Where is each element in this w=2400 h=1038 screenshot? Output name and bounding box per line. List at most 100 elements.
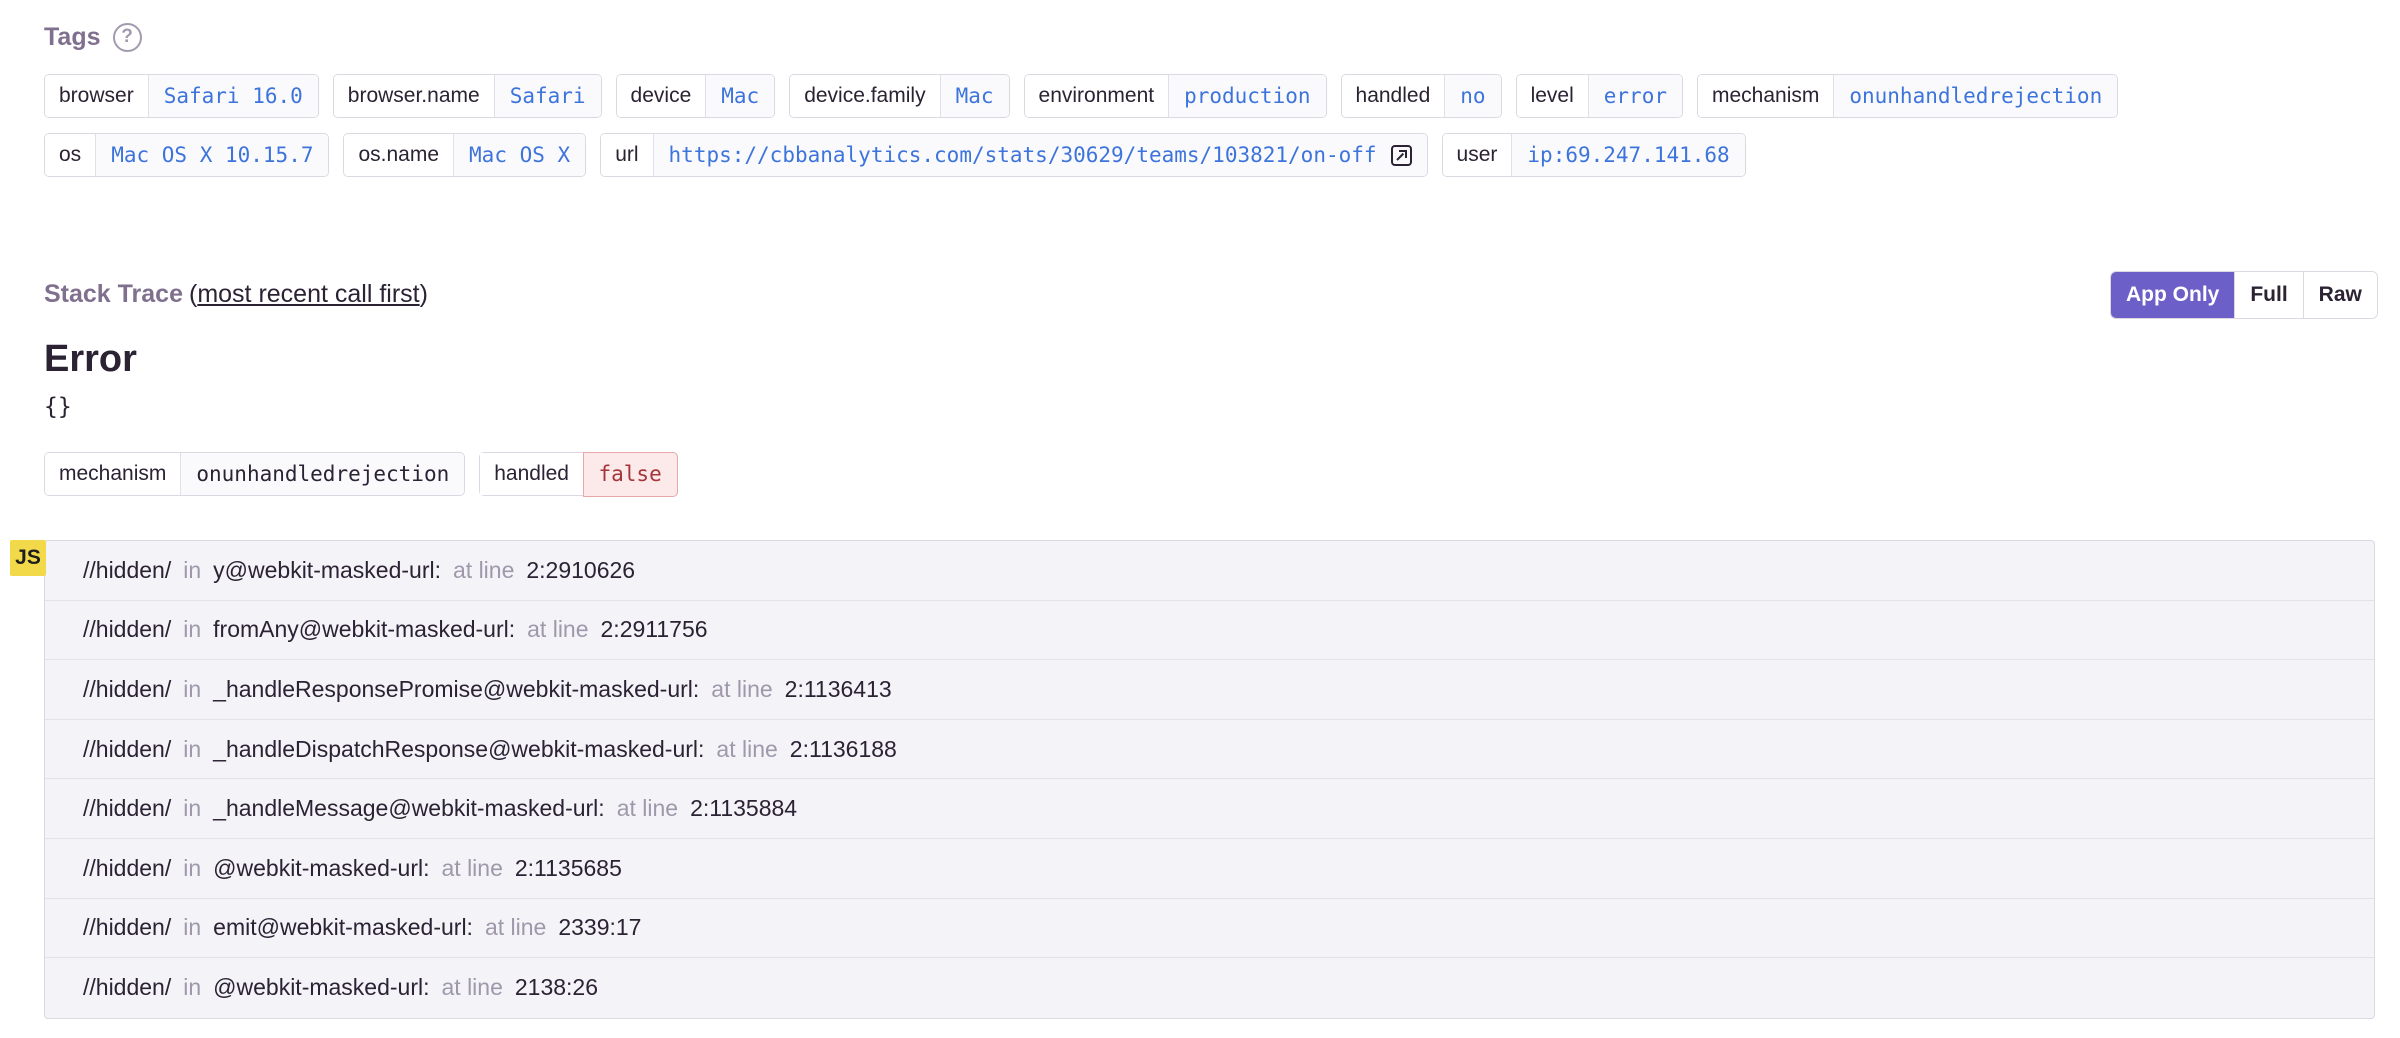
- tag-value[interactable]: https://cbbanalytics.com/stats/30629/tea…: [653, 134, 1427, 176]
- handled-tag: handled false: [479, 451, 678, 497]
- tag-level[interactable]: level error: [1515, 74, 1683, 118]
- full-button[interactable]: Full: [2234, 272, 2303, 318]
- tag-key: device: [616, 75, 707, 117]
- tag-value[interactable]: onunhandledrejection: [1834, 75, 2118, 117]
- frame-at-line: at line: [441, 854, 503, 881]
- exception-type: Error: [44, 338, 137, 380]
- tag-row-1: browser Safari 16.0 browser.name Safari …: [44, 74, 2364, 118]
- frame-at-line: at line: [616, 795, 679, 822]
- frame-line: 2:2911756: [600, 616, 708, 643]
- tag-os-name[interactable]: os.name Mac OS X: [343, 133, 587, 177]
- stack-frame[interactable]: //hidden/ in _handleDispatchResponse@web…: [45, 720, 2374, 780]
- stack-frame[interactable]: //hidden/ in _handleResponsePromise@webk…: [45, 660, 2374, 720]
- tag-key: browser: [45, 75, 149, 117]
- frame-in: in: [183, 974, 202, 1001]
- frame-path: //hidden/: [83, 854, 172, 881]
- frame-in: in: [183, 675, 202, 702]
- tag-list: browser Safari 16.0 browser.name Safari …: [44, 74, 2364, 192]
- frame-function: @webkit-masked-url:: [213, 974, 430, 1001]
- tag-value[interactable]: Safari 16.0: [148, 75, 318, 117]
- frame-path: //hidden/: [83, 795, 172, 822]
- frame-line: 2:1135884: [690, 795, 798, 822]
- javascript-platform-icon: JS: [10, 540, 46, 576]
- frame-function: _handleResponsePromise@webkit-masked-url…: [213, 675, 700, 702]
- frame-path: //hidden/: [83, 735, 172, 762]
- stack-frame[interactable]: //hidden/ in emit@webkit-masked-url: at …: [45, 899, 2374, 959]
- frame-in: in: [183, 914, 202, 941]
- tag-device-family[interactable]: device.family Mac: [789, 74, 1010, 118]
- tags-title: Tags: [44, 22, 101, 51]
- raw-button[interactable]: Raw: [2302, 272, 2377, 318]
- tag-key: environment: [1024, 75, 1170, 117]
- frame-path: //hidden/: [83, 675, 172, 702]
- tag-value[interactable]: Mac: [706, 75, 775, 117]
- stack-trace-title: Stack Trace: [44, 279, 183, 308]
- stack-frame[interactable]: //hidden/ in @webkit-masked-url: at line…: [45, 958, 2374, 1018]
- stack-view-toggle: App Only Full Raw: [2110, 271, 2378, 319]
- mechanism-tag: mechanism onunhandledrejection: [44, 452, 466, 496]
- stack-frame[interactable]: //hidden/ in _handleMessage@webkit-maske…: [45, 779, 2374, 839]
- tag-os[interactable]: os Mac OS X 10.15.7: [44, 133, 330, 177]
- tag-value: false: [582, 451, 678, 497]
- frame-at-line: at line: [453, 556, 515, 583]
- external-link-icon[interactable]: [1390, 144, 1412, 166]
- tag-mechanism[interactable]: mechanism onunhandledrejection: [1696, 74, 2119, 118]
- frame-path: //hidden/: [83, 616, 172, 643]
- tag-user[interactable]: user ip:69.247.141.68: [1441, 133, 1746, 177]
- frame-line: 2:1135685: [514, 854, 622, 881]
- tag-browser[interactable]: browser Safari 16.0: [44, 74, 319, 118]
- tag-value[interactable]: ip:69.247.141.68: [1512, 134, 1745, 176]
- tag-browser-name[interactable]: browser.name Safari: [332, 74, 602, 118]
- frame-line: 2:2910626: [526, 556, 636, 583]
- tag-value[interactable]: error: [1588, 75, 1682, 117]
- frame-line: 2:1136413: [784, 675, 892, 702]
- tag-key: handled: [1341, 75, 1446, 117]
- frame-in: in: [183, 735, 202, 762]
- tag-key: mechanism: [1697, 75, 1835, 117]
- tag-value[interactable]: no: [1445, 75, 1501, 117]
- frame-line: 2339:17: [558, 914, 642, 941]
- tag-value[interactable]: Safari: [494, 75, 601, 117]
- close-paren: ): [419, 279, 428, 308]
- frame-in: in: [183, 616, 202, 643]
- tag-url[interactable]: url https://cbbanalytics.com/stats/30629…: [600, 133, 1428, 177]
- tag-value[interactable]: production: [1169, 75, 1326, 117]
- url-text[interactable]: https://cbbanalytics.com/stats/30629/tea…: [669, 143, 1377, 167]
- stack-frames: //hidden/ in y@webkit-masked-url: at lin…: [44, 540, 2375, 1019]
- frame-function: fromAny@webkit-masked-url:: [213, 616, 516, 643]
- tag-value[interactable]: Mac OS X 10.15.7: [96, 134, 329, 176]
- exception-value: {}: [44, 394, 72, 420]
- frame-path: //hidden/: [83, 556, 172, 583]
- stack-order: (most recent call first): [189, 280, 428, 309]
- tag-value: onunhandledrejection: [181, 453, 465, 495]
- tag-value[interactable]: Mac: [940, 75, 1009, 117]
- tag-environment[interactable]: environment production: [1023, 74, 1327, 118]
- tag-key: os: [45, 134, 97, 176]
- frame-function: @webkit-masked-url:: [213, 854, 430, 881]
- help-icon[interactable]: ?: [112, 22, 142, 52]
- frame-at-line: at line: [484, 914, 547, 941]
- stack-order-toggle[interactable]: most recent call first: [197, 280, 419, 308]
- frame-path: //hidden/: [83, 974, 172, 1001]
- tag-key: browser.name: [333, 75, 495, 117]
- frame-line: 2138:26: [514, 974, 599, 1001]
- stack-trace-header: Stack Trace (most recent call first): [44, 276, 428, 312]
- tag-key: mechanism: [45, 453, 182, 495]
- stack-frame[interactable]: //hidden/ in y@webkit-masked-url: at lin…: [45, 541, 2374, 601]
- tag-handled[interactable]: handled no: [1340, 74, 1502, 118]
- tag-value[interactable]: Mac OS X: [454, 134, 586, 176]
- tag-key: url: [601, 134, 654, 176]
- mechanism-tags: mechanism onunhandledrejection handled f…: [44, 451, 678, 497]
- tag-key: device.family: [790, 75, 941, 117]
- frame-in: in: [183, 854, 202, 881]
- stack-frame[interactable]: //hidden/ in fromAny@webkit-masked-url: …: [45, 601, 2374, 661]
- tags-header: Tags ?: [44, 20, 142, 54]
- app-only-button[interactable]: App Only: [2111, 272, 2235, 318]
- frame-at-line: at line: [711, 675, 773, 702]
- stack-frame[interactable]: //hidden/ in @webkit-masked-url: at line…: [45, 839, 2374, 899]
- tag-device[interactable]: device Mac: [615, 74, 776, 118]
- tag-key: handled: [480, 453, 584, 495]
- frame-at-line: at line: [716, 735, 778, 762]
- frame-function: y@webkit-masked-url:: [213, 556, 441, 583]
- frame-function: _handleMessage@webkit-masked-url:: [213, 795, 605, 822]
